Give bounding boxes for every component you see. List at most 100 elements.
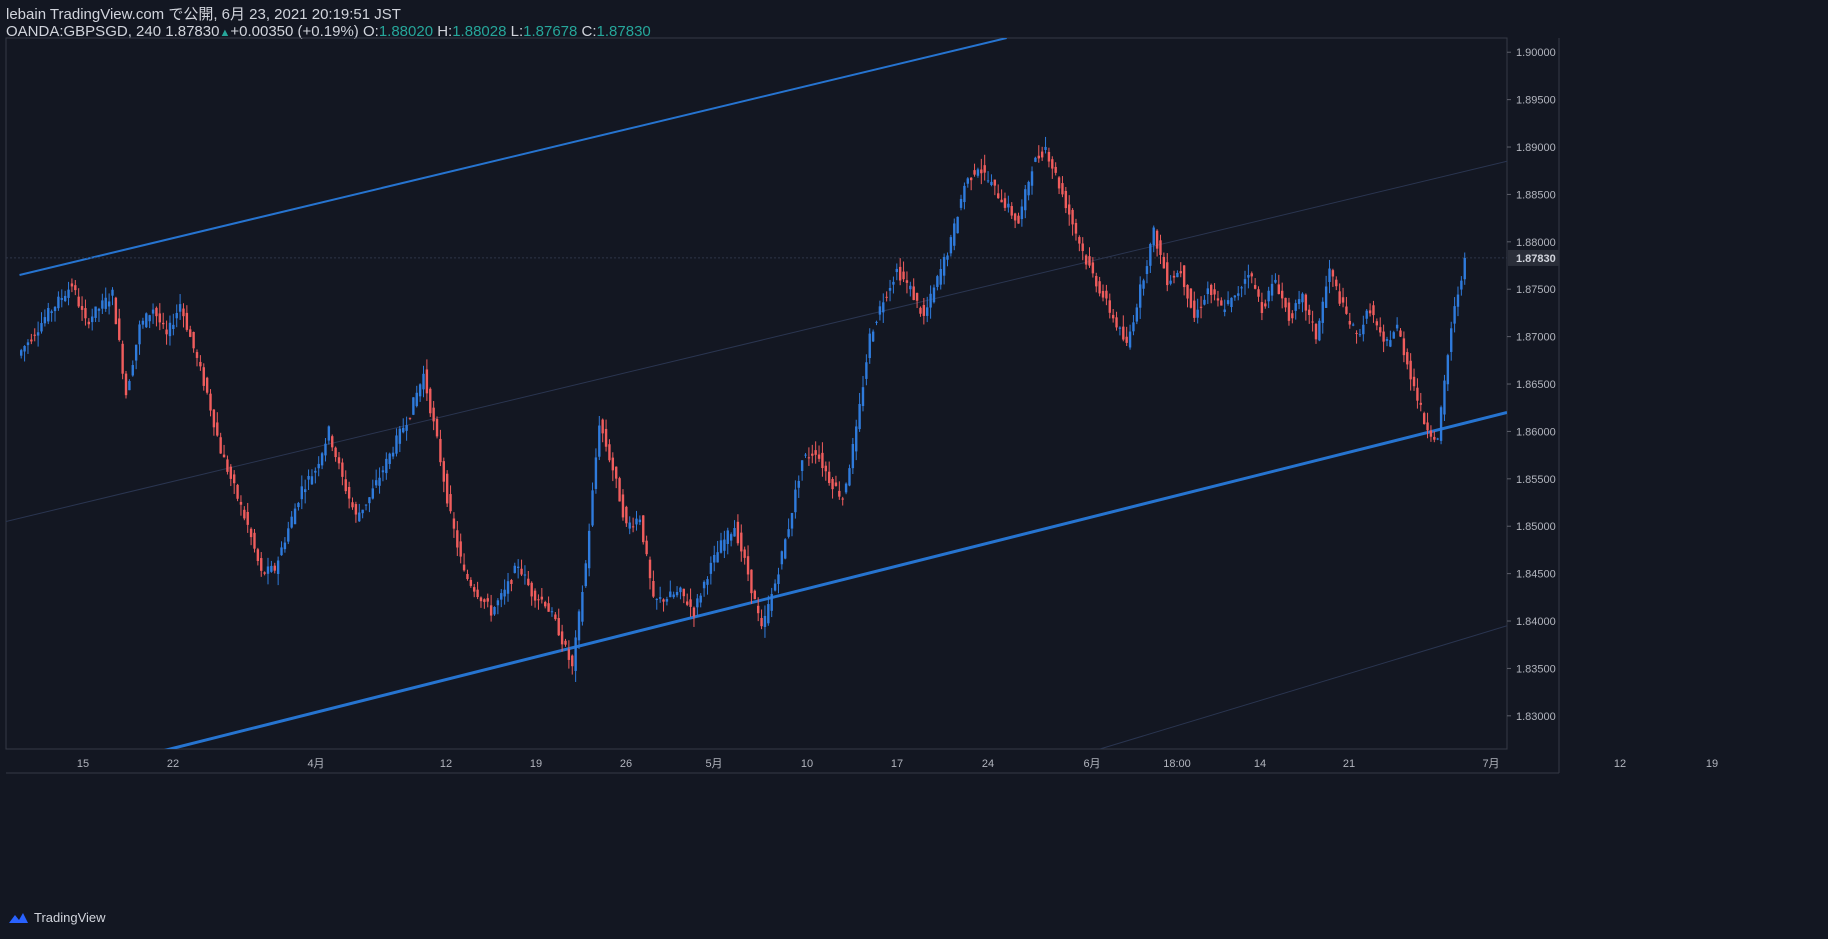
y-tick-label: 1.89500 <box>1516 95 1556 107</box>
candle-body <box>479 597 483 602</box>
candle-body <box>598 425 601 457</box>
candle-body <box>1105 290 1108 299</box>
candle-body <box>145 313 148 328</box>
price-chart[interactable]: 1.83000 1.83500 1.84000 1.84500 1.85000 1.855… <box>0 0 1828 939</box>
x-tick-label: 7月 <box>1482 758 1499 770</box>
candle-body <box>1253 285 1257 289</box>
candle-body <box>662 599 665 602</box>
candle-body <box>669 591 672 598</box>
candle-body <box>1365 310 1368 319</box>
candle-body <box>584 563 587 587</box>
candle-body <box>344 479 347 492</box>
candle-body <box>540 596 544 600</box>
candle-body <box>388 453 391 464</box>
candle-body <box>571 655 574 667</box>
candle-body <box>297 502 300 508</box>
candle-body <box>936 276 939 287</box>
candle-body <box>922 305 926 316</box>
candle-body <box>415 392 418 407</box>
candle-body <box>777 574 780 585</box>
candle-body <box>679 587 682 593</box>
candle-body <box>1068 204 1071 215</box>
y-tick-label: 1.86500 <box>1516 379 1556 391</box>
candle-body <box>1044 146 1047 150</box>
candle-body <box>1439 407 1443 441</box>
candle-body <box>604 428 608 447</box>
candle-body <box>1122 326 1125 340</box>
candle-body <box>506 581 510 594</box>
candle-body <box>733 528 736 537</box>
candle-body <box>334 447 337 458</box>
candle-body <box>178 304 182 312</box>
candle-body <box>1416 387 1419 401</box>
candle-body <box>567 649 571 660</box>
candle-body <box>1125 336 1128 343</box>
candle-body <box>628 522 631 529</box>
candle-body <box>740 532 743 552</box>
candle-body <box>851 443 855 469</box>
candle-body <box>1392 332 1395 339</box>
candle-body <box>1456 294 1460 307</box>
candle-body <box>1409 360 1412 380</box>
candle-body <box>953 223 956 246</box>
candle-body <box>290 516 293 528</box>
candle-body <box>1000 199 1003 203</box>
candle-body <box>834 482 838 486</box>
candle-body <box>1115 317 1118 328</box>
candle-body <box>871 331 875 342</box>
candle-body <box>1453 306 1456 324</box>
candle-body <box>767 604 770 624</box>
candle-body <box>158 313 162 323</box>
candle-body <box>608 444 611 461</box>
candle-body <box>1379 327 1382 333</box>
candle-body <box>966 178 969 184</box>
x-tick-label: 24 <box>982 758 994 770</box>
candle-body <box>87 321 91 325</box>
candle-body <box>263 572 266 574</box>
candle-body <box>1003 198 1007 208</box>
candle-body <box>94 306 97 318</box>
y-tick-label: 1.85500 <box>1516 474 1556 486</box>
candle-body <box>1351 324 1355 326</box>
candle-body <box>1338 291 1341 304</box>
candle-body <box>23 346 26 352</box>
candle-body <box>591 490 594 526</box>
candle-body <box>516 566 520 568</box>
candle-body <box>1057 177 1061 189</box>
candle-body <box>642 515 645 543</box>
candle-body <box>503 589 506 597</box>
candle-body <box>483 599 486 602</box>
candle-body <box>405 425 408 431</box>
candle-body <box>395 435 398 454</box>
candle-body <box>1101 290 1105 298</box>
candle-body <box>1179 271 1182 274</box>
candle-body <box>202 367 205 386</box>
candle-body <box>104 297 107 309</box>
candle-body <box>1362 324 1365 335</box>
candle-body <box>865 362 868 379</box>
candle-body <box>1355 332 1358 334</box>
candle-body <box>50 311 53 313</box>
candle-body <box>1375 321 1379 326</box>
candle-body <box>1118 327 1122 329</box>
candle-body <box>892 281 895 285</box>
candle-body <box>189 329 192 337</box>
candle-body <box>1450 328 1453 352</box>
candle-body <box>1314 323 1318 340</box>
candle-body <box>784 539 787 559</box>
candle-body <box>743 549 746 558</box>
candle-body <box>466 573 469 580</box>
y-tick-label: 1.85000 <box>1516 521 1556 533</box>
candle-body <box>1348 320 1352 325</box>
footer-brand[interactable]: TradingView <box>6 910 106 925</box>
candle-body <box>307 475 310 480</box>
candle-body <box>168 322 172 337</box>
candle-body <box>1020 206 1024 220</box>
candle-body <box>1304 294 1308 311</box>
candle-body <box>655 598 658 600</box>
candle-body <box>533 590 537 601</box>
candle-body <box>1233 295 1237 298</box>
candle-body <box>780 551 784 565</box>
candle-body <box>20 350 23 356</box>
candle-body <box>229 466 233 479</box>
